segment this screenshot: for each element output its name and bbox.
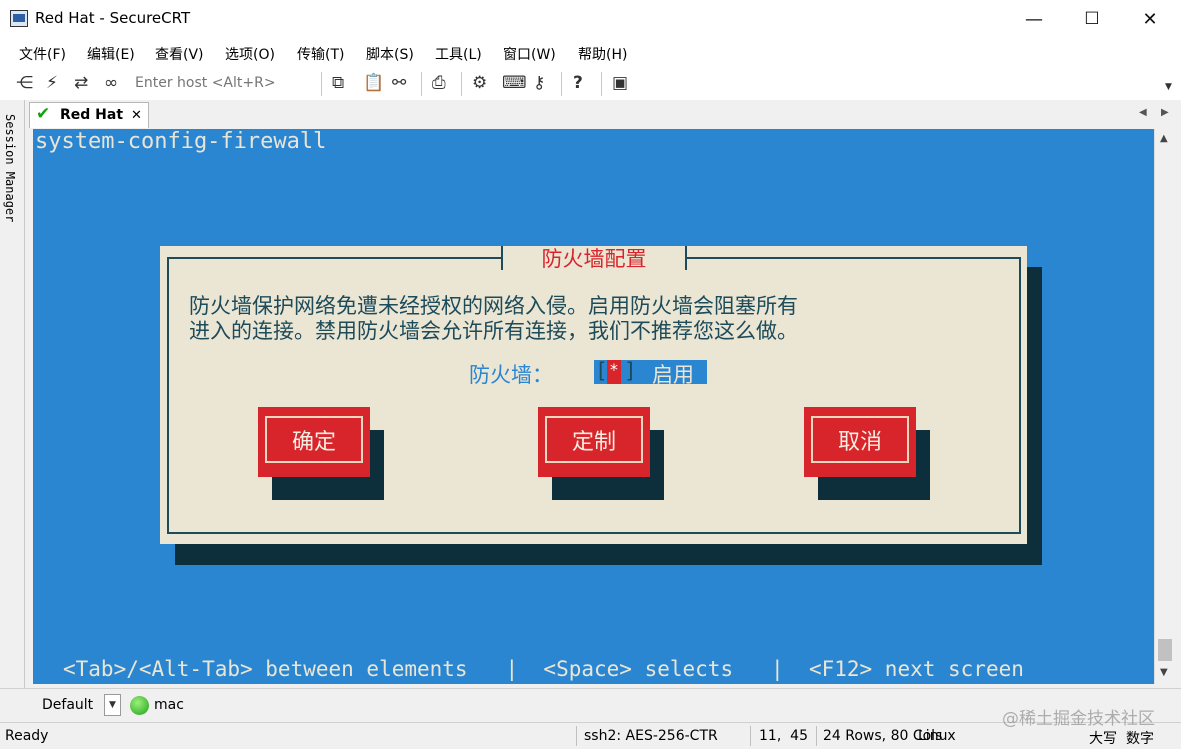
connected-check-icon: ✔ — [36, 104, 51, 124]
menu-script[interactable]: 脚本(S) — [366, 44, 414, 64]
dialog-title: 防火墙配置 — [501, 246, 687, 271]
terminal-screen[interactable]: system-config-firewall 防火墙配置 防火墙保护网络免遭未经… — [33, 129, 1154, 684]
maximize-button[interactable]: ☐ — [1063, 0, 1121, 38]
scroll-down-icon[interactable]: ▼ — [1160, 667, 1168, 678]
tab-close-icon[interactable]: ✕ — [131, 108, 142, 123]
tab-scroll-left-icon[interactable]: ◀ — [1139, 107, 1147, 118]
status-cipher: ssh2: AES-256-CTR — [584, 728, 718, 744]
cancel-button-label: 取消 — [811, 416, 909, 463]
menu-transfer[interactable]: 传输(T) — [297, 44, 344, 64]
reconnect-icon[interactable]: ⇄ — [74, 74, 88, 92]
tab-scroll-right-icon[interactable]: ▶ — [1161, 107, 1169, 118]
toolbar: ⋲ ⚡ ⇄ ∞ ⧉ 📋 ⚯ ⎙ ⚙ ⌨ ⚷ ? ▣ ▼ — [0, 66, 1181, 100]
checkbox-mark[interactable]: * — [607, 360, 621, 384]
session-select-value[interactable]: Default — [42, 697, 93, 713]
menu-bar: 文件(F) 编辑(E) 查看(V) 选项(O) 传输(T) 脚本(S) 工具(L… — [0, 38, 1181, 66]
sftp-icon[interactable]: ▣ — [612, 74, 628, 92]
menu-help[interactable]: 帮助(H) — [578, 44, 627, 64]
copy-icon[interactable]: ⧉ — [332, 74, 344, 92]
toolbar-overflow-icon[interactable]: ▼ — [1165, 78, 1172, 96]
firewall-dialog: 防火墙配置 防火墙保护网络免遭未经授权的网络入侵。启用防火墙会阻塞所有 进入的连… — [160, 246, 1027, 544]
session-manager-sidebar[interactable]: Session Manager — [0, 100, 25, 688]
find-binoculars-icon[interactable]: ⚯ — [392, 74, 406, 92]
status-ready: Ready — [5, 728, 49, 744]
firewall-checkbox[interactable]: [ * ] 启用 — [594, 359, 707, 387]
firewall-field-value: 启用 — [652, 363, 694, 387]
minimize-button[interactable]: — — [1005, 0, 1063, 38]
window-title: Red Hat - SecureCRT — [35, 9, 191, 27]
disconnect-icon[interactable]: ∞ — [104, 74, 118, 92]
tab-strip: ✔ Red Hat ✕ ◀ ▶ — [26, 100, 1181, 128]
customize-button-label: 定制 — [545, 416, 643, 463]
tab-label: Red Hat — [60, 107, 124, 123]
checkbox-open-bracket: [ — [595, 359, 608, 383]
menu-options[interactable]: 选项(O) — [225, 44, 275, 64]
cancel-button[interactable]: 取消 — [804, 407, 916, 477]
close-button[interactable]: ✕ — [1121, 0, 1179, 38]
paste-icon[interactable]: 📋 — [363, 74, 384, 92]
keymap-icon[interactable]: ⌨ — [502, 74, 527, 92]
scroll-thumb[interactable] — [1158, 639, 1172, 661]
terminal-command-line: system-config-firewall — [35, 129, 327, 154]
menu-window[interactable]: 窗口(W) — [503, 44, 556, 64]
status-cursor-position: 11, 45 — [759, 728, 808, 744]
ok-button[interactable]: 确定 — [258, 407, 370, 477]
quick-connect-icon[interactable]: ⚡ — [46, 74, 58, 92]
tab-red-hat[interactable]: ✔ Red Hat ✕ — [29, 102, 149, 128]
watermark: @稀土掘金技术社区 — [1002, 709, 1155, 729]
menu-file[interactable]: 文件(F) — [19, 44, 66, 64]
securecrt-app-icon — [10, 10, 28, 27]
connect-tree-icon[interactable]: ⋲ — [16, 74, 33, 92]
menu-tools[interactable]: 工具(L) — [435, 44, 482, 64]
firewall-field-label: 防火墙： — [469, 363, 553, 387]
customize-button[interactable]: 定制 — [538, 407, 650, 477]
title-bar: Red Hat - SecureCRT — ☐ ✕ — [0, 0, 1181, 38]
print-icon[interactable]: ⎙ — [432, 74, 446, 92]
scroll-up-icon[interactable]: ▲ — [1160, 133, 1168, 144]
ok-button-label: 确定 — [265, 416, 363, 463]
enter-host-input[interactable] — [135, 73, 315, 93]
session-manager-label[interactable]: Session Manager — [3, 114, 17, 222]
key-icon[interactable]: ⚷ — [533, 74, 545, 92]
terminal-scrollbar[interactable]: ▲ ▼ — [1154, 129, 1175, 684]
settings-gear-icon[interactable]: ⚙ — [472, 74, 487, 92]
connection-button[interactable]: mac — [154, 697, 184, 713]
status-green-dot-icon — [130, 696, 149, 715]
status-os: Linux — [918, 728, 956, 744]
menu-edit[interactable]: 编辑(E) — [87, 44, 135, 64]
checkbox-close-bracket: ] — [624, 359, 637, 383]
dialog-description-line-2: 进入的连接。禁用防火墙会允许所有连接，我们不推荐您这么做。 — [189, 319, 798, 343]
menu-view[interactable]: 查看(V) — [155, 44, 204, 64]
session-dropdown-chevron-icon[interactable]: ▼ — [104, 694, 121, 716]
status-caps: 大写 — [1089, 731, 1117, 747]
keyboard-help-line: <Tab>/<Alt-Tab> between elements | <Spac… — [63, 657, 1024, 681]
help-icon[interactable]: ? — [573, 74, 583, 92]
status-num: 数字 — [1126, 731, 1154, 747]
